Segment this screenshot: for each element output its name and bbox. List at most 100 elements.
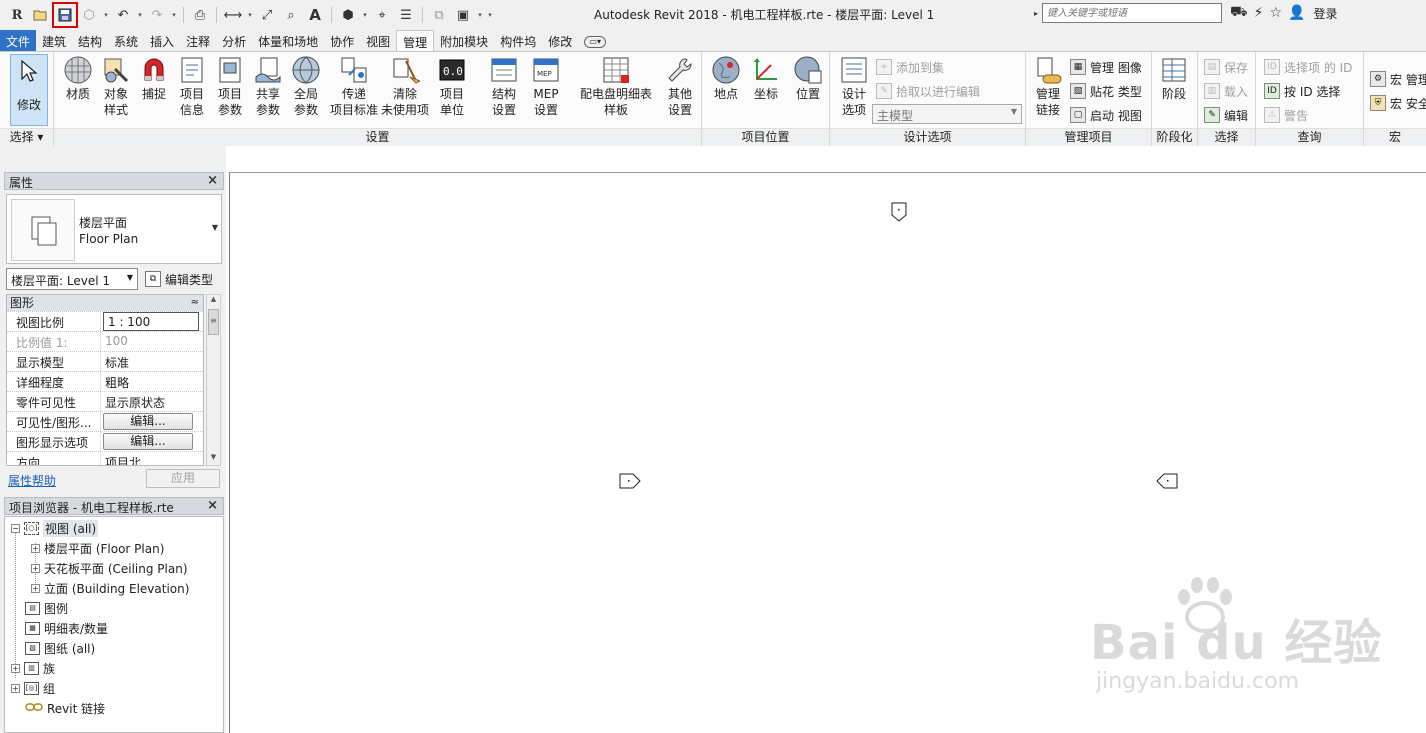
- property-value[interactable]: 显示原状态: [101, 392, 203, 411]
- tree-node-views[interactable]: − [○] 视图 (all): [11, 518, 99, 538]
- tab-systems[interactable]: 系统: [108, 30, 144, 51]
- object-styles-button[interactable]: 对象 样式: [96, 54, 136, 126]
- elevation-marker-west[interactable]: [619, 473, 641, 489]
- tab-modify[interactable]: 修改: [542, 30, 578, 51]
- property-value[interactable]: 项目北: [101, 452, 203, 465]
- edit-graphic-display-button[interactable]: 编辑...: [103, 433, 193, 450]
- manage-images-button[interactable]: ▦ 管理 图像: [1070, 56, 1142, 78]
- starting-view-button[interactable]: ▢ 启动 视图: [1070, 104, 1142, 126]
- properties-scrollbar[interactable]: ▲ ≡ ▼: [206, 294, 221, 466]
- tree-node-families[interactable]: + ▥ 族: [11, 658, 55, 678]
- manage-links-button[interactable]: 管理 链接: [1028, 54, 1068, 126]
- expand-toggle-icon[interactable]: +: [31, 543, 40, 553]
- additional-settings-button[interactable]: 其他 设置: [660, 54, 700, 126]
- favorites-star-icon[interactable]: ☆: [1269, 5, 1282, 21]
- elevation-marker-north[interactable]: [891, 202, 907, 222]
- aligned-dimension-icon[interactable]: ⤢: [256, 4, 278, 26]
- tree-node-elevations[interactable]: + 立面 (Building Elevation): [31, 578, 189, 598]
- position-button[interactable]: 位置: [788, 54, 828, 126]
- global-parameters-button[interactable]: 全局 参数: [286, 54, 326, 126]
- warnings-button[interactable]: ⚠ 警告: [1264, 104, 1308, 126]
- view-scale-input[interactable]: 1 : 100: [103, 312, 199, 331]
- property-value[interactable]: 标准: [101, 352, 203, 371]
- sync-central-icon[interactable]: ⬡: [78, 4, 100, 26]
- add-to-set-button[interactable]: + 添加到集: [876, 56, 944, 78]
- property-value[interactable]: 粗略: [101, 372, 203, 391]
- coordinates-button[interactable]: 坐标: [746, 54, 786, 126]
- select-by-id-button[interactable]: ID 按 ID 选择: [1264, 80, 1340, 102]
- print-icon[interactable]: ⎙: [189, 4, 211, 26]
- sync-dropdown-icon[interactable]: ▾: [102, 11, 110, 19]
- search-input[interactable]: [1042, 3, 1223, 23]
- measure-icon[interactable]: ⟷: [222, 4, 244, 26]
- design-options-button[interactable]: 设计 选项: [834, 54, 874, 126]
- type-selector[interactable]: 楼层平面 Floor Plan ▼: [6, 194, 222, 264]
- properties-help-link[interactable]: 属性帮助: [8, 472, 56, 489]
- tab-insert[interactable]: 插入: [144, 30, 180, 51]
- tree-node-floor-plans[interactable]: + 楼层平面 (Floor Plan): [31, 538, 164, 558]
- expand-toggle-icon[interactable]: +: [31, 563, 40, 573]
- expand-arrow-icon[interactable]: ▸: [1034, 9, 1038, 18]
- mep-settings-button[interactable]: MEP MEP 设置: [526, 54, 566, 126]
- tab-collaborate[interactable]: 协作: [324, 30, 360, 51]
- save-selection-button[interactable]: ▤ 保存: [1204, 56, 1248, 78]
- tab-manage[interactable]: 管理: [396, 30, 435, 51]
- elevation-marker-east[interactable]: [1156, 473, 1178, 489]
- close-icon[interactable]: ×: [207, 498, 218, 513]
- purge-unused-button[interactable]: 清除 未使用项: [380, 54, 430, 126]
- communication-center-icon[interactable]: ⚡: [1254, 5, 1264, 21]
- tab-architecture[interactable]: 建筑: [36, 30, 72, 51]
- binoculars-icon[interactable]: ⛟: [1230, 4, 1248, 22]
- thin-lines-icon[interactable]: ☰: [395, 4, 417, 26]
- transfer-standards-button[interactable]: 传递 项目标准: [326, 54, 382, 126]
- undo-dropdown-icon[interactable]: ▾: [136, 11, 144, 19]
- structural-settings-button[interactable]: 结构 设置: [484, 54, 524, 126]
- tab-component-dock[interactable]: 构件坞: [494, 30, 542, 51]
- chevron-down-icon[interactable]: ▼: [212, 223, 218, 232]
- text-icon[interactable]: A: [304, 4, 326, 26]
- tree-node-groups[interactable]: + [◎] 组: [11, 678, 55, 698]
- tab-structure[interactable]: 结构: [72, 30, 108, 51]
- tree-node-schedules[interactable]: ▦ 明细表/数量: [25, 618, 108, 638]
- switch-windows-icon[interactable]: ▣: [452, 4, 474, 26]
- materials-button[interactable]: 材质: [58, 54, 98, 126]
- phases-button[interactable]: 阶段: [1154, 54, 1194, 126]
- tab-massing-site[interactable]: 体量和场地: [252, 30, 324, 51]
- tab-file[interactable]: 文件: [0, 30, 37, 51]
- expand-toggle-icon[interactable]: +: [11, 683, 20, 693]
- user-icon[interactable]: 👤: [1288, 5, 1305, 21]
- tab-analyze[interactable]: 分析: [216, 30, 252, 51]
- edit-visibility-button[interactable]: 编辑...: [103, 413, 193, 430]
- section-icon[interactable]: ⌖: [371, 4, 393, 26]
- project-parameters-button[interactable]: 项目 参数: [210, 54, 250, 126]
- login-button[interactable]: 登录: [1313, 5, 1337, 22]
- redo-dropdown-icon[interactable]: ▾: [170, 11, 178, 19]
- tab-addins[interactable]: 附加模块: [434, 30, 494, 51]
- switch-dropdown-icon[interactable]: ▾: [476, 11, 484, 19]
- ribbon-minimize-toggle[interactable]: ▭▾: [578, 30, 612, 51]
- tree-node-revit-links[interactable]: Revit 链接: [25, 698, 105, 718]
- scroll-down-icon[interactable]: ▼: [207, 453, 220, 465]
- close-icon[interactable]: ×: [207, 173, 218, 188]
- open-icon[interactable]: [30, 4, 52, 26]
- decal-types-button[interactable]: ▧ 贴花 类型: [1070, 80, 1142, 102]
- shared-parameters-button[interactable]: 共享 参数: [248, 54, 288, 126]
- tag-icon[interactable]: ⌕: [280, 4, 302, 26]
- tree-node-ceiling-plans[interactable]: + 天花板平面 (Ceiling Plan): [31, 558, 188, 578]
- project-info-button[interactable]: 项目 信息: [172, 54, 212, 126]
- 3d-dropdown-icon[interactable]: ▾: [361, 11, 369, 19]
- collapse-icon[interactable]: ≈: [191, 295, 199, 311]
- view-instance-select[interactable]: 楼层平面: Level 1 ▼: [6, 268, 138, 290]
- save-icon[interactable]: [52, 2, 78, 28]
- tab-view[interactable]: 视图: [360, 30, 396, 51]
- revit-logo-icon[interactable]: R: [6, 4, 28, 26]
- scroll-up-icon[interactable]: ▲: [207, 295, 220, 307]
- project-units-button[interactable]: 0.0 项目 单位: [432, 54, 472, 126]
- load-selection-button[interactable]: ▥ 载入: [1204, 80, 1248, 102]
- 3d-view-icon[interactable]: ⬢: [337, 4, 359, 26]
- undo-icon[interactable]: ↶: [112, 4, 134, 26]
- panel-schedule-button[interactable]: 配电盘明细表 样板: [576, 54, 656, 126]
- edit-selection-button[interactable]: ✎ 编辑: [1204, 104, 1248, 126]
- scroll-thumb[interactable]: ≡: [208, 309, 219, 335]
- location-button[interactable]: 地点: [706, 54, 746, 126]
